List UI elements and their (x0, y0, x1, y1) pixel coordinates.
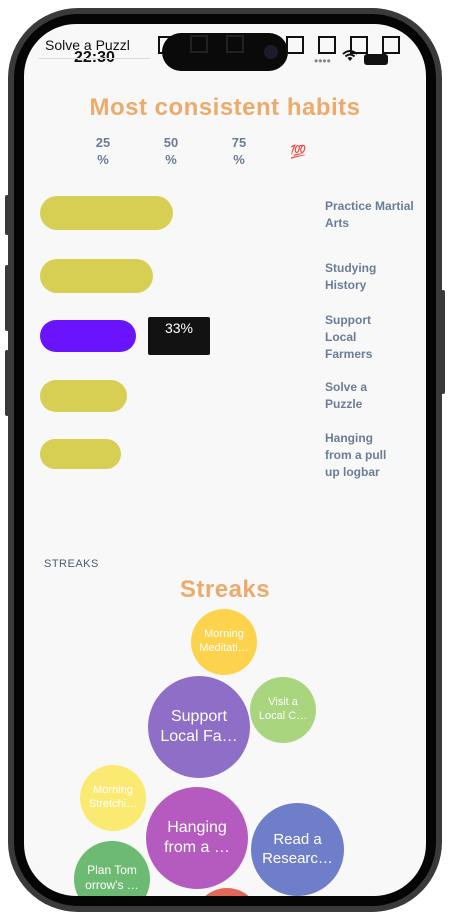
percent-tick-unit: % (165, 152, 177, 167)
streaks-title: Streaks (179, 576, 271, 603)
streak-bubble[interactable]: Support Local Fa… (148, 676, 250, 778)
placeholder-box-icon (382, 36, 400, 54)
habit-bar[interactable] (40, 439, 121, 469)
streak-bubble[interactable]: Morning Stretchi… (80, 765, 146, 831)
percent-tick: 75 % (224, 134, 254, 168)
percent-tick-unit: % (233, 152, 245, 167)
placeholder-box-icon (190, 35, 208, 53)
placeholder-box-icon (318, 36, 336, 54)
streak-bubble-label: Morning Stretchi… (88, 784, 138, 810)
habit-bar[interactable] (40, 259, 153, 293)
status-divider (38, 58, 150, 59)
signal-icon: •••• (314, 54, 331, 68)
streak-bubble-label: Morning Meditati… (199, 628, 249, 654)
streak-bubble[interactable]: Read a Researc… (251, 803, 344, 896)
streak-bubble-label: Plan Tom orrow's … (85, 863, 139, 892)
streak-bubble[interactable]: Visit a Local C… (250, 677, 316, 743)
habit-label: Solve a Puzzle (325, 380, 368, 411)
habit-label: Studying History (325, 261, 377, 292)
streak-bubble-label: Visit a Local C… (258, 696, 308, 722)
wifi-icon (342, 50, 358, 65)
habit-bar[interactable] (40, 320, 136, 352)
percent-tick-unit: % (97, 152, 109, 167)
percent-tick-value: 75 (231, 135, 247, 150)
streaks-section-tag: STREAKS (44, 558, 99, 570)
habit-bar[interactable] (40, 380, 127, 412)
streak-bubble-label: Hanging from a … (164, 819, 230, 856)
habit-label: Hanging from a pull up logbar (325, 431, 387, 479)
camera-icon (264, 45, 278, 59)
streak-bubble[interactable] (194, 888, 260, 896)
percent-tick: 50 % (156, 134, 186, 168)
percent-tick-value: 25 (95, 135, 111, 150)
streak-bubble[interactable]: Morning Meditati… (191, 609, 257, 675)
streak-bubble-label: Read a Researc… (262, 830, 333, 867)
habit-bar[interactable] (40, 196, 173, 230)
placeholder-box-icon (226, 35, 244, 53)
percent-tick-value: 50 (163, 135, 179, 150)
habit-label: Practice Martial Arts (325, 199, 414, 230)
app-screen: Solve a Puzzl 22:30 •••• Most consistent… (24, 24, 426, 896)
placeholder-box-icon (286, 36, 304, 54)
streak-bubble[interactable]: Plan Tom orrow's … (74, 841, 150, 896)
percent-tick: 25 % (88, 134, 118, 168)
streak-bubble[interactable]: Hanging from a … (146, 787, 248, 889)
bar-tooltip: 33% (148, 317, 210, 355)
battery-icon (364, 54, 388, 65)
streak-bubble-label: Support Local Fa… (160, 708, 238, 745)
habit-label: Support Local Farmers (325, 313, 373, 361)
hundred-points-icon: 💯 (290, 144, 307, 159)
dynamic-island (162, 33, 288, 71)
habits-title: Most consistent habits (89, 94, 361, 121)
